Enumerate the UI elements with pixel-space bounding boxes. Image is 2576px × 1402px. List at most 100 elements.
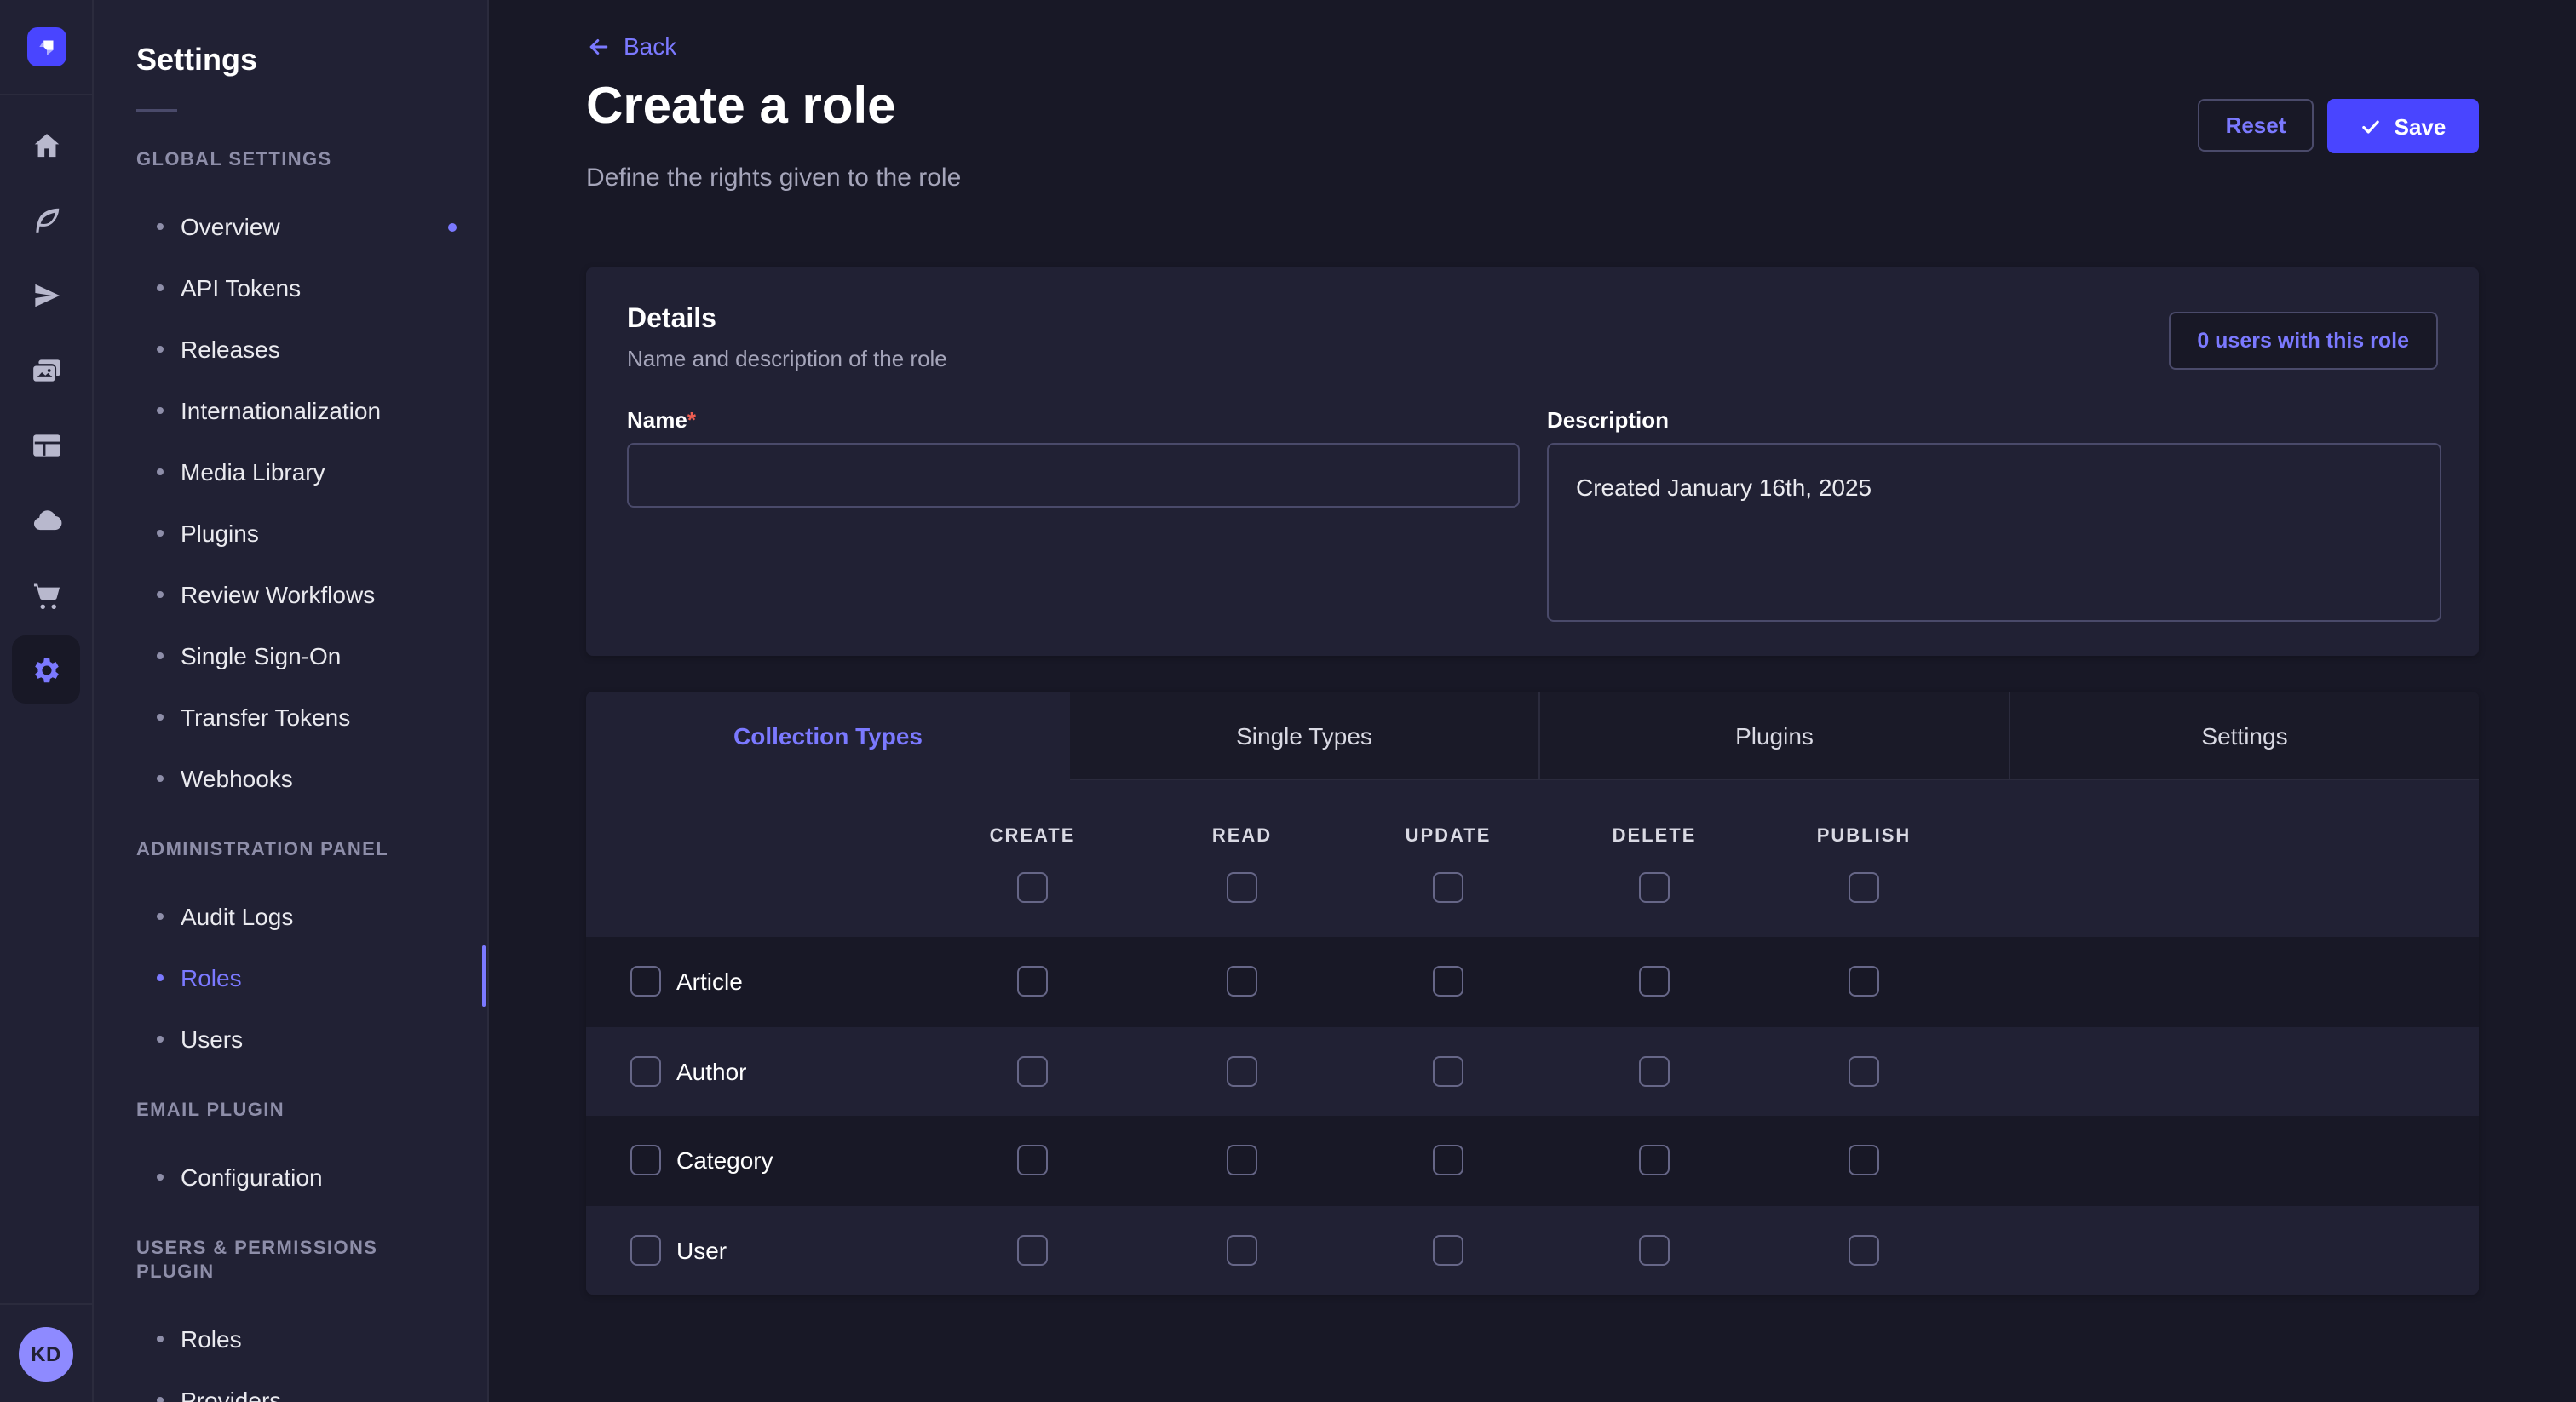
home-icon (30, 129, 62, 161)
checkbox-category-publish[interactable] (1849, 1146, 1879, 1176)
app-viewport: KD Settings GLOBAL SETTINGS Overview API… (0, 0, 2576, 1402)
save-button[interactable]: Save (2327, 99, 2479, 153)
subnav-item-webhooks[interactable]: Webhooks (94, 748, 487, 809)
gear-icon (30, 653, 62, 686)
bullet-icon (157, 468, 164, 475)
avatar[interactable]: KD (19, 1326, 73, 1381)
permission-row-category: Category (586, 1116, 2479, 1205)
header-actions: Reset Save (2198, 99, 2479, 153)
subnav-item-releases[interactable]: Releases (94, 319, 487, 380)
checkbox-article-update[interactable] (1433, 967, 1463, 997)
checkbox-author-delete[interactable] (1639, 1056, 1670, 1087)
arrow-left-icon (586, 33, 612, 59)
subnav-scrollbar-thumb[interactable] (481, 945, 486, 1007)
checkbox-category-update[interactable] (1433, 1146, 1463, 1176)
checkbox-author-create[interactable] (1017, 1056, 1048, 1087)
row-label: Author (676, 1058, 747, 1085)
subnav-item-providers[interactable]: Providers (94, 1370, 487, 1402)
select-all-create-checkbox[interactable] (1017, 872, 1048, 903)
back-link[interactable]: Back (586, 32, 676, 60)
checkbox-user-read[interactable] (1227, 1235, 1257, 1266)
users-with-role-button[interactable]: 0 users with this role (2168, 312, 2438, 370)
permission-row-article: Article (586, 937, 2479, 1026)
checkbox-article-delete[interactable] (1639, 967, 1670, 997)
section-label: GLOBAL SETTINGS (136, 148, 446, 172)
cloud-icon (30, 503, 62, 536)
bullet-icon (157, 1174, 164, 1181)
checkbox-article-create[interactable] (1017, 967, 1048, 997)
select-row-author-checkbox[interactable] (630, 1056, 661, 1087)
subnav-item-plugins[interactable]: Plugins (94, 503, 487, 564)
subnav-divider (136, 109, 177, 112)
checkbox-user-create[interactable] (1017, 1235, 1048, 1266)
main-nav-footer: KD (0, 1303, 92, 1402)
subnav-item-media-library[interactable]: Media Library (94, 441, 487, 503)
bullet-icon (157, 974, 164, 981)
checkbox-author-read[interactable] (1227, 1056, 1257, 1087)
nav-content-type-builder[interactable] (0, 407, 92, 482)
select-row-user-checkbox[interactable] (630, 1235, 661, 1266)
notification-dot-icon (448, 222, 457, 231)
strapi-logo[interactable] (26, 27, 66, 66)
nav-content-manager[interactable] (0, 182, 92, 257)
subnav-title: Settings (136, 41, 487, 78)
subnav-item-configuration[interactable]: Configuration (94, 1146, 487, 1208)
select-row-article-checkbox[interactable] (630, 967, 661, 997)
subnav-item-single-sign-on[interactable]: Single Sign-On (94, 625, 487, 687)
subnav-item-audit-logs[interactable]: Audit Logs (94, 886, 487, 947)
checkbox-article-publish[interactable] (1849, 967, 1879, 997)
checkbox-author-update[interactable] (1433, 1056, 1463, 1087)
column-header-publish: PUBLISH (1745, 826, 1983, 847)
tab-plugins[interactable]: Plugins (1538, 692, 2009, 780)
permissions-header-row: CREATE READ UPDATE DELETE PUBLISH (586, 780, 2479, 937)
select-row-category-checkbox[interactable] (630, 1146, 661, 1176)
details-title: Details (627, 302, 2438, 337)
page-title: Create a role (586, 75, 896, 140)
bullet-icon (157, 714, 164, 721)
subnav-item-api-tokens[interactable]: API Tokens (94, 257, 487, 319)
select-all-delete-checkbox[interactable] (1639, 872, 1670, 903)
select-all-update-checkbox[interactable] (1433, 872, 1463, 903)
permissions-card: Collection Types Single Types Plugins Se… (586, 692, 2479, 1295)
checkbox-user-delete[interactable] (1639, 1235, 1670, 1266)
nav-settings-active-bg (12, 635, 80, 704)
select-all-read-checkbox[interactable] (1227, 872, 1257, 903)
nav-settings[interactable] (0, 632, 92, 707)
checkbox-category-delete[interactable] (1639, 1146, 1670, 1176)
tab-settings[interactable]: Settings (2009, 692, 2479, 780)
nav-home[interactable] (0, 107, 92, 182)
nav-media-library[interactable] (0, 332, 92, 407)
main-content: Back Create a role Define the rights giv… (489, 0, 2576, 1402)
section-label: EMAIL PLUGIN (136, 1099, 446, 1123)
subnav-item-transfer-tokens[interactable]: Transfer Tokens (94, 687, 487, 748)
description-field-group: Description Created January 16th, 2025 (1547, 407, 2441, 622)
subnav-item-overview[interactable]: Overview (94, 196, 487, 257)
name-input[interactable] (627, 443, 1520, 508)
details-subtitle: Name and description of the role (627, 346, 2438, 371)
permission-row-author: Author (586, 1026, 2479, 1116)
reset-button[interactable]: Reset (2198, 99, 2314, 152)
description-label: Description (1547, 407, 2441, 434)
subnav-item-review-workflows[interactable]: Review Workflows (94, 564, 487, 625)
select-all-publish-checkbox[interactable] (1849, 872, 1879, 903)
subnav-item-roles-admin[interactable]: Roles (94, 947, 487, 1008)
checkbox-user-publish[interactable] (1849, 1235, 1879, 1266)
tab-single-types[interactable]: Single Types (1070, 692, 1538, 780)
nav-releases[interactable] (0, 257, 92, 332)
subnav-item-internationalization[interactable]: Internationalization (94, 380, 487, 441)
checkbox-category-read[interactable] (1227, 1146, 1257, 1176)
checkbox-article-read[interactable] (1227, 967, 1257, 997)
section-users-permissions-plugin: USERS & PERMISSIONS PLUGIN Roles Provide… (94, 1237, 487, 1402)
layout-icon (30, 428, 62, 461)
description-textarea[interactable]: Created January 16th, 2025 (1547, 443, 2441, 622)
subnav-item-users[interactable]: Users (94, 1008, 487, 1070)
tab-collection-types[interactable]: Collection Types (586, 692, 1070, 780)
nav-marketplace[interactable] (0, 557, 92, 632)
nav-deploy[interactable] (0, 482, 92, 557)
subnav-item-roles-up[interactable]: Roles (94, 1308, 487, 1370)
strapi-logo-glyph (33, 34, 59, 60)
checkbox-category-create[interactable] (1017, 1146, 1048, 1176)
checkbox-author-publish[interactable] (1849, 1056, 1879, 1087)
checkbox-user-update[interactable] (1433, 1235, 1463, 1266)
name-label: Name* (627, 407, 1520, 434)
